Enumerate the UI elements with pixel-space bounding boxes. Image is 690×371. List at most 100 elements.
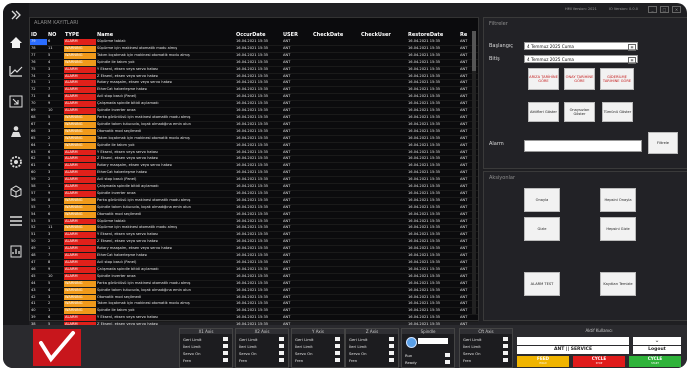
table-row[interactable]: 63 6 ALARM Y Eksenl, eksen veya servo hatas… [30,149,478,157]
show-unconfirmed-button[interactable]: Onaysızları Göster [564,102,595,122]
filter-by-clear-date-button[interactable]: GİDERİLME TARİHİNE GÖRE [600,68,634,90]
calendar-icon[interactable]: ▤ [628,44,636,51]
table-row[interactable]: 45 10 ALARM Spindle inverter arıza 16.04.202… [30,273,478,281]
show-active-button[interactable]: Aktifleri Göster [528,102,559,122]
table-row[interactable]: 51 3 ALARM Y Eksenl, eksen veya servo hatas… [30,231,478,240]
column-header[interactable]: USER [282,31,312,39]
cycle-start-button[interactable]: CYCLE START [629,356,681,367]
spindle-speed-input[interactable] [418,338,448,344]
column-header[interactable]: OccurDate [235,31,282,39]
table-row[interactable]: 40 1 WARNING Spindle ile takım yok 16.04.202… [30,307,478,316]
filter-button[interactable]: Filtrele [648,132,678,154]
clear-records-button[interactable]: Kayıtları Temizle [600,272,636,296]
table-row[interactable]: 78 11 WARNING Süpürme için makinesi otomati… [30,45,478,53]
table-row[interactable]: 53 5 ALARM Süpürme tablalı 16.04.2021 15:35 A… [30,218,478,226]
table-row[interactable]: 62 5 ALARM Z Eksenl, eksen veya servo hatas… [30,155,478,164]
table-row[interactable]: 76 4 WARNING Spindle ile takım yok 16.04.202… [30,59,478,67]
table-row[interactable]: 70 9 ALARM Çalışmada spindle bitidi açılama… [30,100,478,109]
column-header[interactable]: CheckUser [360,31,407,39]
settings-icon[interactable] [7,155,25,171]
table-row[interactable]: 55 7 WARNING Spindle takım tutucuda, bıçak … [30,204,478,212]
column-header[interactable]: TYPE [64,31,96,39]
table-row[interactable]: 72 7 ALARM EtherCat haberleşme hatası 16.04.… [30,86,478,95]
column-header[interactable]: NO [47,31,64,39]
column-header[interactable]: RestoreDate [407,31,459,39]
table-cell: 57 [30,190,47,198]
table-row[interactable]: 39 6 ALARM Y Eksenl, eksen veya servo hatas… [30,314,478,323]
table-cell [360,287,407,295]
table-cell [360,294,407,302]
cycle-stop-button[interactable]: CYCLE STOP [573,356,625,367]
operator-icon[interactable] [7,125,25,141]
table-row[interactable]: 71 8 ALARM Acil stop basılı (Panel) 16.04.20… [30,93,478,102]
user-select-field[interactable] [517,337,629,345]
table-cell: ALARM [64,231,96,240]
table-row[interactable]: 68 5 WARNING Parka görüntüsü için makinesi … [30,114,478,122]
show-all-button[interactable]: Tümünü Göster [602,102,633,122]
close-button[interactable]: × [672,6,681,13]
table-row[interactable]: 73 1 ALARM Rotary maaşalm, eksen veya servo… [30,79,478,88]
home-icon[interactable] [7,36,25,52]
table-cell: 66 [30,128,47,136]
table-row[interactable]: 56 8 WARNING Parka görüntüsü için makinesi … [30,197,478,205]
alarm-test-button[interactable]: ALARM TEST [524,272,560,296]
alarm-search-input[interactable] [524,140,642,152]
table-row[interactable]: 58 1 ALARM Çalışmada spindle bitidi açılama… [30,183,478,191]
calendar-icon[interactable]: ▤ [628,57,636,64]
minimize-button[interactable]: _ [648,6,657,13]
table-row[interactable]: 67 4 WARNING Spindle takım tutucuda, bıçak … [30,121,478,129]
table-cell [360,66,407,74]
end-date-picker[interactable]: 4 Temmuz 2025 Cuma ▤ [524,55,638,64]
table-row[interactable]: 79 6 ALARM Süpürme tablalı 16.04.2021 15:35 A… [30,39,478,46]
table-row[interactable]: 75 3 ALARM Y Eksenl, eksen veya servo hatas… [30,66,478,74]
table-row[interactable]: 59 2 ALARM Acil stop basılı (Panel) 16.04.20… [30,176,478,185]
chevron-down-icon[interactable]: ⌄ [633,337,681,345]
table-cell: Spindle ile takım yok [96,142,235,150]
logout-button[interactable]: Logout [633,346,681,354]
table-row[interactable]: 74 2 ALARM Z Eksenl, eksen veya servo hatas… [30,73,478,81]
table-row[interactable]: 46 9 ALARM Çalışmada spindle bitidi açılama… [30,266,478,274]
table-row[interactable]: 66 3 WARNING Otomatik mod seçilmedi 16.04.20… [30,128,478,136]
table-row[interactable]: 49 1 ALARM Rotary maaşalm, eksen veya servo… [30,245,478,254]
feed-hold-button[interactable]: FEED HOLD [517,356,569,367]
column-header[interactable]: CheckDate [312,31,360,39]
chart-icon[interactable] [7,65,25,81]
table-cell: 51 [30,231,47,240]
box-icon[interactable] [7,185,25,201]
menu-icon[interactable] [7,215,25,231]
filter-by-confirm-date-button[interactable]: ONAY TARİHİNE GÖRE [564,68,595,90]
maximize-button[interactable]: □ [660,6,669,13]
filter-by-fault-date-button[interactable]: ARIZA TARİHİNE GÖRE [528,68,559,90]
table-cell: Otomatik mod seçilmedi [96,211,235,219]
table-row[interactable]: 77 5 WARNING Takım bıçakmak için makinesi o… [30,52,478,60]
table-row[interactable]: 44 5 WARNING Parka görüntüsü için makinesi … [30,280,478,288]
table-row[interactable]: 50 2 ALARM Z Eksenl, eksen veya servo hatas… [30,238,478,247]
table-cell [360,266,407,274]
table-row[interactable]: 43 4 WARNING Spindle takım tutucuda, bıçak … [30,287,478,295]
table-row[interactable]: 65 2 WARNING Takım bıçakmak için makinesi o… [30,135,478,143]
table-row[interactable]: 48 7 ALARM EtherCat haberleşme hatası 16.04.… [30,252,478,260]
table-row[interactable]: 61 4 ALARM Rotary maaşalm, eksen veya servo… [30,162,478,171]
confirm-button[interactable]: Onayla [524,188,560,212]
table-row[interactable]: 54 6 WARNING Otomatik mod seçilmedi 16.04.20… [30,211,478,219]
scroll-thumb[interactable] [472,31,476,71]
table-row[interactable]: 42 3 WARNING Otomatik mod seçilmedi 16.04.20… [30,294,478,302]
transfer-icon[interactable] [7,95,25,111]
column-header[interactable]: ID [30,31,47,39]
hide-button[interactable]: Gizle [524,217,560,241]
start-date-picker[interactable]: 4 Temmuz 2025 Cuma ▤ [524,42,638,51]
table-row[interactable]: 64 1 WARNING Spindle ile takım yok 16.04.202… [30,142,478,150]
table-row[interactable]: 57 9 ALARM Spindle inverter arıza 16.04.2021… [30,190,478,198]
table-row[interactable]: 52 11 WARNING Süpürme için makinesi otomati… [30,224,478,233]
table-row[interactable]: 69 10 ALARM Spindle inverter arıza 16.04.202… [30,107,478,115]
table-cell: ANT [282,307,312,316]
hide-all-button[interactable]: Hepsini Gizle [600,217,636,241]
column-header[interactable]: Name [96,31,235,39]
collapse-icon[interactable] [7,8,25,24]
table-scrollbar[interactable] [472,31,476,314]
table-row[interactable]: 47 8 ALARM Acil stop basılı (Panel) 16.04.20… [30,259,478,267]
report-icon[interactable] [7,245,25,261]
confirm-all-button[interactable]: Hepsini Onayla [600,188,636,212]
table-row[interactable]: 41 2 WARNING Takım bıçakmak için makinesi o… [30,300,478,309]
table-row[interactable]: 60 3 ALARM EtherCat haberleşme hatası 16.04.… [30,169,478,178]
